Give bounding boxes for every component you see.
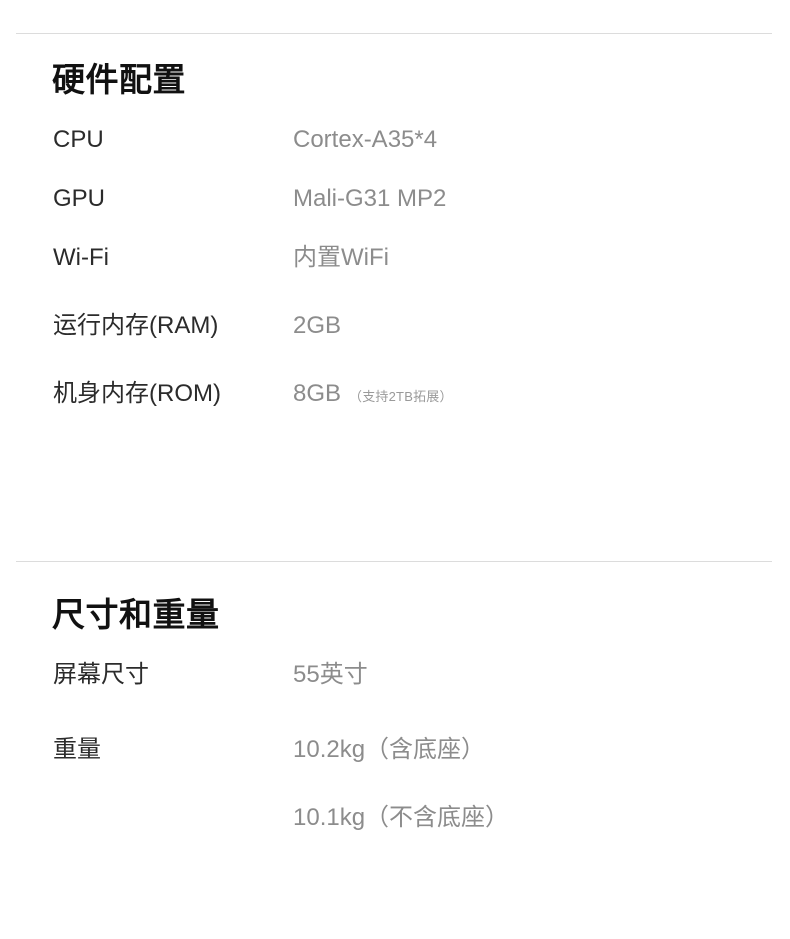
row-spacer (0, 689, 790, 736)
spec-label-weight: 重量 (53, 736, 101, 763)
row-spacer (0, 213, 790, 244)
section-dimension-weight: 尺寸和重量 屏幕尺寸 55英寸 重量 10.2kg（含底座） 10.1kg（不含… (0, 595, 790, 832)
section-title-dimension: 尺寸和重量 (52, 596, 220, 633)
product-spec-page: 硬件配置 CPU Cortex-A35*4 GPU Mali-G31 MP2 W… (0, 0, 790, 939)
spec-value-screen-size: 55英寸 (293, 661, 368, 688)
table-row: CPU Cortex-A35*4 (0, 126, 790, 154)
divider-middle (16, 561, 772, 562)
spec-value-cpu: Cortex-A35*4 (293, 126, 438, 153)
spec-value-wifi: 内置WiFi (293, 244, 389, 271)
spec-label-gpu: GPU (53, 185, 106, 212)
spec-table-hardware: CPU Cortex-A35*4 GPU Mali-G31 MP2 Wi-Fi … (0, 126, 790, 411)
spec-label-wifi: Wi-Fi (53, 244, 109, 271)
spec-value-ram: 2GB (293, 312, 342, 339)
table-row: 运行内存(RAM) 2GB (0, 312, 790, 340)
section-hardware-config: 硬件配置 CPU Cortex-A35*4 GPU Mali-G31 MP2 W… (0, 60, 790, 411)
spec-table-dimension: 屏幕尺寸 55英寸 重量 10.2kg（含底座） 10.1kg（不含底座） (0, 661, 790, 832)
table-row: Wi-Fi 内置WiFi (0, 244, 790, 272)
spec-value-gpu: Mali-G31 MP2 (293, 185, 447, 212)
row-spacer (0, 272, 790, 312)
row-spacer (0, 154, 790, 185)
section-title-hardware: 硬件配置 (52, 61, 186, 98)
spec-value-rom-text: 8GB (293, 380, 342, 407)
row-spacer (0, 764, 790, 804)
table-row: 机身内存(ROM) 8GB （支持2TB拓展） (0, 380, 790, 411)
divider-top (16, 33, 772, 34)
spec-note-rom-expansion: （支持2TB拓展） (349, 389, 453, 404)
spec-value-weight-without-stand: 10.1kg（不含底座） (293, 804, 510, 831)
table-row: 10.1kg（不含底座） (0, 804, 790, 832)
spec-label-rom: 机身内存(ROM) (53, 380, 221, 407)
table-row: 屏幕尺寸 55英寸 (0, 661, 790, 689)
spec-label-ram: 运行内存(RAM) (53, 312, 219, 339)
spec-value-rom: 8GB （支持2TB拓展） (293, 380, 790, 411)
spec-label-cpu: CPU (53, 126, 104, 153)
table-row: 重量 10.2kg（含底座） (0, 736, 790, 764)
row-spacer (0, 340, 790, 380)
spec-value-weight-with-stand: 10.2kg（含底座） (293, 736, 486, 763)
table-row: GPU Mali-G31 MP2 (0, 185, 790, 213)
spec-label-screen-size: 屏幕尺寸 (53, 661, 149, 688)
